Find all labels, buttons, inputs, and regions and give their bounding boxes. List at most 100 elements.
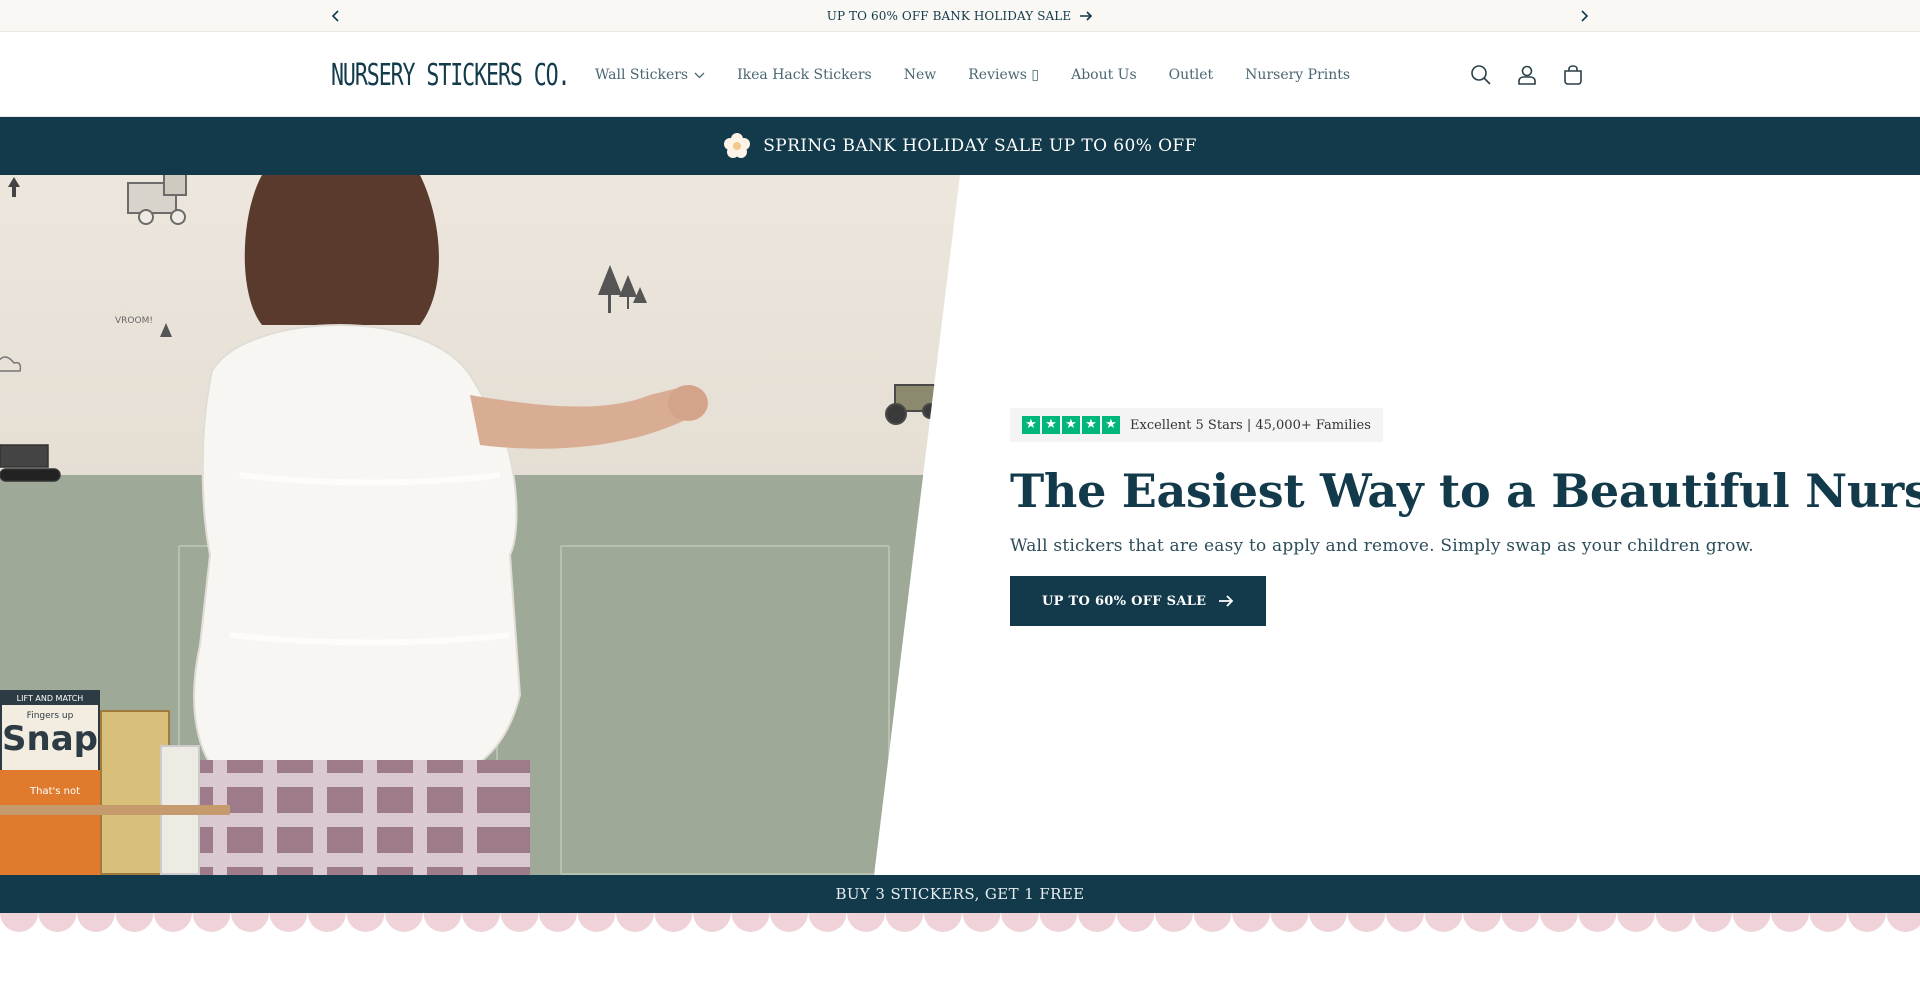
nav-item-label: New	[903, 67, 937, 83]
book-top-text: LIFT AND MATCH	[2, 692, 98, 705]
announcement-text: UP TO 60% OFF BANK HOLIDAY SALE	[826, 9, 1072, 23]
scallop	[1809, 913, 1848, 932]
offer-strip-text: BUY 3 STICKERS, GET 1 FREE	[835, 885, 1085, 903]
scallop	[115, 913, 154, 932]
scallop	[500, 913, 539, 932]
trust-text: Excellent 5 Stars | 45,000+ Families	[1130, 417, 1371, 433]
scallop	[770, 913, 808, 932]
scallop	[1270, 913, 1309, 932]
scallop	[885, 913, 924, 932]
scallop	[654, 913, 693, 932]
scallop-border	[0, 913, 1920, 932]
nav-item-nursery-prints[interactable]: Nursery Prints	[1245, 67, 1350, 83]
sale-cta-button[interactable]: UP TO 60% OFF SALE	[1010, 576, 1267, 626]
star-icon: ★	[1042, 416, 1060, 434]
account-icon	[1518, 65, 1536, 85]
nav-item-label: Outlet	[1168, 67, 1214, 83]
hero-headline: The Easiest Way to a Beautiful Nursery	[1010, 464, 1920, 518]
shelf	[0, 805, 230, 815]
scallop	[1039, 913, 1078, 932]
book-title: Snap!	[2, 719, 114, 759]
nav-item-wall-stickers[interactable]: Wall Stickers	[595, 67, 705, 83]
scallop	[38, 913, 77, 932]
hero-subline: Wall stickers that are easy to apply and…	[1010, 536, 1754, 556]
scallop	[1116, 913, 1155, 932]
nav-item-label: Reviews ▯	[968, 67, 1040, 83]
promo-banner-text: SPRING BANK HOLIDAY SALE UP TO 60% OFF	[763, 136, 1197, 156]
nav-item-about-us[interactable]: About Us	[1071, 67, 1137, 83]
scallop	[462, 913, 500, 932]
star-icon: ★	[1062, 416, 1080, 434]
scallop	[1578, 913, 1617, 932]
scallop	[731, 913, 770, 932]
chevron-right-icon	[1581, 10, 1589, 22]
scallop	[1771, 913, 1809, 932]
nav-item-label: Nursery Prints	[1245, 67, 1351, 83]
scallop	[577, 913, 616, 932]
scallop	[269, 913, 308, 932]
scallop	[1347, 913, 1386, 932]
logo[interactable]: NURSERY STICKERS CO.	[331, 53, 571, 97]
nav-item-label: About Us	[1071, 67, 1137, 83]
trustpilot-badge[interactable]: ★ ★ ★ ★ ★ Excellent 5 Stars | 45,000+ Fa…	[1010, 408, 1383, 442]
scallop	[1078, 913, 1116, 932]
announcement-bar: UP TO 60% OFF BANK HOLIDAY SALE	[0, 0, 1920, 32]
nav-item-ikea-hack-stickers[interactable]: Ikea Hack Stickers	[737, 67, 872, 83]
nav-item-reviews[interactable]: Reviews ▯	[968, 67, 1039, 83]
scallop	[1886, 913, 1920, 932]
nav-item-new[interactable]: New	[904, 67, 937, 83]
scallop	[616, 913, 654, 932]
scallop	[1309, 913, 1347, 932]
scallop	[1386, 913, 1424, 932]
account-button[interactable]	[1510, 58, 1544, 92]
site-header: NURSERY STICKERS CO. Wall Stickers Ikea …	[0, 33, 1920, 117]
cta-label: UP TO 60% OFF SALE	[1042, 593, 1207, 609]
search-button[interactable]	[1464, 58, 1498, 92]
announcement-next-button[interactable]	[1572, 4, 1596, 28]
arrow-right-icon	[1219, 595, 1234, 607]
scallop	[77, 913, 115, 932]
offer-strip: BUY 3 STICKERS, GET 1 FREE	[0, 875, 1920, 913]
scallop	[346, 913, 385, 932]
scallop	[539, 913, 577, 932]
scallop	[847, 913, 885, 932]
arrow-right-icon	[1080, 11, 1093, 21]
scallop	[962, 913, 1001, 932]
hero-image: VROOM! LIFT AND MATCH Fingers up Snap! T…	[0, 175, 960, 875]
scallop	[1424, 913, 1463, 932]
scallop	[0, 913, 38, 932]
scallop	[1501, 913, 1540, 932]
nav-item-label: Wall Stickers	[595, 67, 689, 83]
scallop	[1617, 913, 1655, 932]
nav-item-label: Ikea Hack Stickers	[737, 67, 872, 83]
scallop	[154, 913, 192, 932]
star-icon: ★	[1102, 416, 1120, 434]
scallop	[1001, 913, 1039, 932]
star-icon: ★	[1082, 416, 1100, 434]
flower-icon	[724, 133, 751, 158]
scallop	[1232, 913, 1270, 932]
nav-item-outlet[interactable]: Outlet	[1169, 67, 1214, 83]
scallop	[1155, 913, 1193, 932]
scallop	[1540, 913, 1578, 932]
scallop	[308, 913, 346, 932]
announcement-link[interactable]: UP TO 60% OFF BANK HOLIDAY SALE	[0, 0, 1920, 32]
scallop	[808, 913, 847, 932]
book-orange: That's not	[0, 770, 100, 875]
header-icons	[1464, 33, 1590, 117]
scallop	[1193, 913, 1232, 932]
search-icon	[1471, 65, 1491, 85]
cart-icon	[1564, 65, 1582, 85]
rating-stars: ★ ★ ★ ★ ★	[1022, 416, 1120, 434]
scallop	[1463, 913, 1501, 932]
hero-content: ★ ★ ★ ★ ★ Excellent 5 Stars | 45,000+ Fa…	[1010, 408, 1920, 626]
hero-section: VROOM! LIFT AND MATCH Fingers up Snap! T…	[0, 175, 1920, 875]
cart-button[interactable]	[1556, 58, 1590, 92]
scallop	[192, 913, 231, 932]
scallop	[231, 913, 269, 932]
promo-banner[interactable]: SPRING BANK HOLIDAY SALE UP TO 60% OFF	[0, 117, 1920, 175]
scallop	[1732, 913, 1771, 932]
scallop	[693, 913, 731, 932]
star-icon: ★	[1022, 416, 1040, 434]
main-nav: Wall Stickers Ikea Hack Stickers New Rev…	[595, 33, 1382, 117]
